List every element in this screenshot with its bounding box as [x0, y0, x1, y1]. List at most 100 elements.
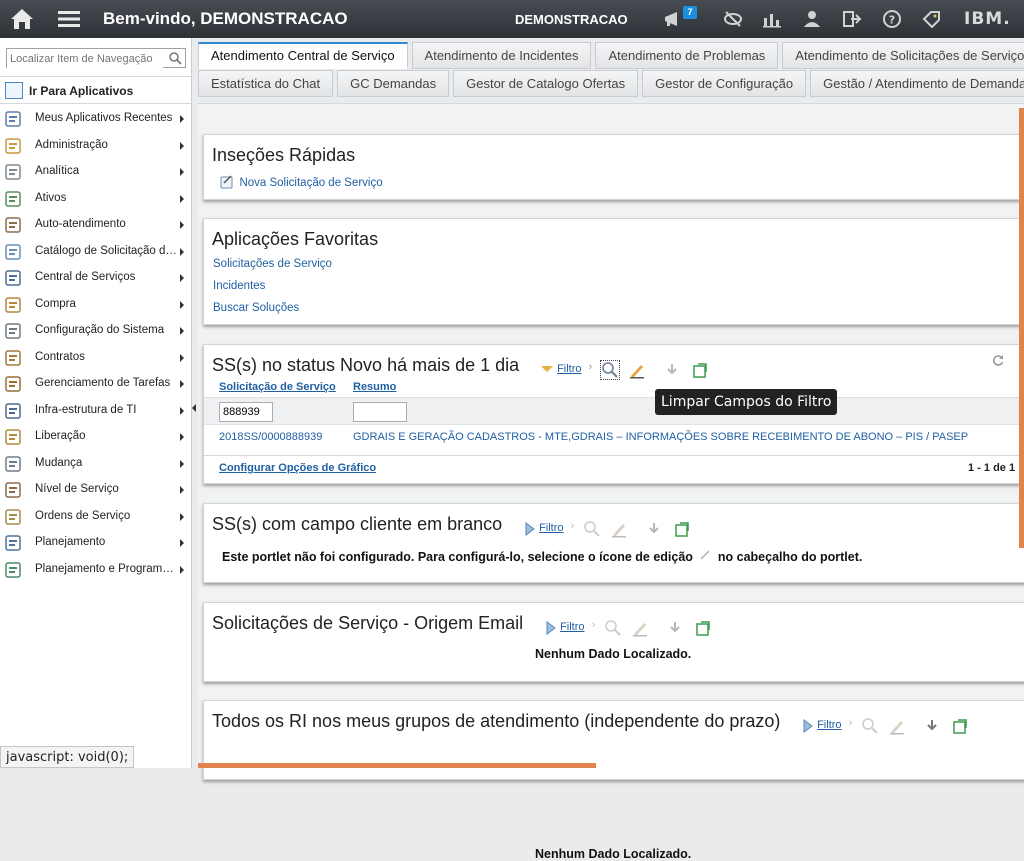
sidebar-item[interactable]: Catálogo de Solicitação de Serviço: [0, 239, 191, 266]
edit-pencil-icon: [700, 550, 710, 560]
self-service-icon: [5, 217, 21, 233]
scheduling-icon: [5, 561, 21, 578]
sidebar-item[interactable]: Infra-estrutura de TI: [0, 398, 191, 425]
service-request-filter-input[interactable]: [219, 402, 273, 422]
sidebar-item-label: Gerenciamento de Tarefas: [35, 377, 171, 389]
sidebar-item[interactable]: Administração: [0, 133, 191, 160]
search-icon[interactable]: [168, 51, 182, 65]
ibm-logo: IBM.: [964, 9, 1011, 29]
vertical-scrollbar[interactable]: [1019, 108, 1024, 548]
sidebar-item[interactable]: Nível de Serviço: [0, 477, 191, 504]
contracts-icon: [5, 349, 21, 366]
visibility-off-icon[interactable]: [722, 8, 744, 30]
bulletin-board-icon[interactable]: [662, 8, 684, 30]
go-to-applications[interactable]: Ir Para Aplicativos: [0, 76, 191, 104]
change-icon: [5, 455, 21, 472]
clear-filter-icon[interactable]: [604, 619, 622, 637]
edit-portlet-icon[interactable]: [610, 520, 628, 538]
expand-filter-icon[interactable]: [802, 717, 814, 735]
download-icon[interactable]: [923, 717, 941, 735]
sidebar-item[interactable]: Contratos: [0, 345, 191, 372]
sidebar-item[interactable]: Central de Serviços: [0, 265, 191, 292]
tab[interactable]: Atendimento de Incidentes: [411, 42, 592, 69]
table-cell-request-id[interactable]: 2018SS/0000888939: [219, 431, 322, 443]
tab[interactable]: Estatística do Chat: [198, 70, 334, 97]
download-icon[interactable]: [666, 619, 684, 637]
clear-filter-icon[interactable]: [600, 360, 621, 380]
sidebar-item[interactable]: Configuração do Sistema: [0, 318, 191, 345]
menu-icon[interactable]: [56, 6, 82, 32]
sidebar-item[interactable]: Ordens de Serviço: [0, 504, 191, 531]
filter-link[interactable]: Filtro: [817, 719, 841, 731]
sidebar-item[interactable]: Planejamento e Programação: [0, 557, 191, 584]
column-header-summary[interactable]: Resumo: [353, 381, 396, 393]
sidebar-item[interactable]: Planejamento: [0, 530, 191, 557]
submenu-arrow-icon: [180, 459, 184, 468]
chevron-right-icon: ›: [588, 361, 593, 373]
filter-link[interactable]: Filtro: [560, 621, 584, 633]
filter-link[interactable]: Filtro: [539, 522, 563, 534]
export-icon[interactable]: [691, 361, 709, 379]
submenu-arrow-icon: [180, 327, 184, 335]
edit-portlet-icon[interactable]: [631, 619, 649, 637]
expand-filter-icon[interactable]: [545, 619, 557, 637]
tab[interactable]: Atendimento Central de Serviço: [198, 42, 408, 69]
filter-funnel-icon[interactable]: [540, 361, 554, 379]
new-service-request-link[interactable]: Nova Solicitação de Serviço: [219, 173, 383, 191]
sidebar-item[interactable]: Ativos: [0, 186, 191, 213]
clear-filter-icon[interactable]: [583, 520, 601, 538]
export-icon[interactable]: [694, 619, 712, 637]
column-header-service-request[interactable]: Solicitação de Serviço: [219, 381, 336, 393]
tab[interactable]: Atendimento de Solicitações de Serviço: [782, 42, 1024, 69]
horizontal-scrollbar[interactable]: [198, 763, 596, 768]
export-icon[interactable]: [673, 520, 691, 538]
sidebar-item[interactable]: Mudança: [0, 451, 191, 478]
quick-inserts-title: Inseções Rápidas: [212, 145, 356, 165]
filter-link[interactable]: Filtro: [557, 363, 581, 375]
configure-chart-link[interactable]: Configurar Opções de Gráfico: [219, 462, 376, 474]
sidebar-item-label: Auto-atendimento: [35, 218, 126, 230]
blank-client-sr-portlet: SS(s) com campo cliente em branco Filtro…: [203, 503, 1024, 583]
sidebar-item-label: Infra-estrutura de TI: [35, 403, 137, 416]
favorite-link-service-requests[interactable]: Solicitações de Serviço: [213, 258, 332, 270]
sidebar-item-label: Ordens de Serviço: [35, 509, 131, 522]
sidebar-item[interactable]: Liberação: [0, 424, 191, 451]
assets-icon: [5, 190, 21, 207]
sidebar-item[interactable]: Meus Aplicativos Recentes: [0, 106, 191, 133]
refresh-icon[interactable]: [991, 353, 1005, 367]
favorite-link-incidents[interactable]: Incidentes: [213, 280, 265, 292]
sidebar-item-label: Catálogo de Solicitação de Serviço: [35, 244, 177, 257]
browser-status-bar: javascript: void(0);: [0, 746, 135, 768]
export-icon[interactable]: [951, 717, 969, 735]
sidebar-item[interactable]: Analítica: [0, 159, 191, 186]
sidebar-item[interactable]: Compra: [0, 292, 191, 319]
welcome-text: Bem-vindo, DEMONSTRACAO: [103, 9, 348, 28]
download-icon[interactable]: [663, 361, 681, 379]
profile-icon[interactable]: [801, 8, 823, 30]
edit-portlet-icon[interactable]: [628, 361, 646, 379]
submenu-arrow-icon: [180, 300, 184, 309]
table-cell-summary[interactable]: GDRAIS E GERAÇÃO CADASTROS - MTE,GDRAIS …: [353, 431, 968, 443]
tab[interactable]: Gestor de Catalogo Ofertas: [453, 70, 639, 97]
tab[interactable]: Gestor de Configuração: [642, 70, 807, 97]
expand-filter-icon[interactable]: [524, 520, 536, 538]
help-icon[interactable]: ?: [881, 8, 903, 30]
tab[interactable]: Atendimento de Problemas: [595, 42, 779, 69]
tab[interactable]: Gestão / Atendimento de Demandas: [810, 70, 1024, 97]
favorite-link-search-solutions[interactable]: Buscar Soluções: [213, 302, 299, 314]
download-icon[interactable]: [645, 520, 663, 538]
clear-filter-icon[interactable]: [861, 717, 879, 735]
sidebar-item-label: Contratos: [35, 350, 85, 363]
sidebar-item[interactable]: Gerenciamento de Tarefas: [0, 371, 191, 398]
home-icon[interactable]: [8, 6, 36, 32]
reports-icon[interactable]: [761, 8, 783, 30]
summary-filter-input[interactable]: [353, 402, 407, 422]
sidebar-item[interactable]: Auto-atendimento: [0, 212, 191, 239]
navigation-search-input[interactable]: [7, 50, 163, 68]
tab[interactable]: GC Demandas: [337, 70, 450, 97]
edit-portlet-icon[interactable]: [888, 717, 906, 735]
sign-out-icon[interactable]: [841, 8, 863, 30]
notification-badge: 7: [683, 6, 697, 19]
tag-icon[interactable]: [920, 8, 942, 30]
ri-service-groups-title: Todos os RI nos meus grupos de atendimen…: [212, 711, 781, 731]
